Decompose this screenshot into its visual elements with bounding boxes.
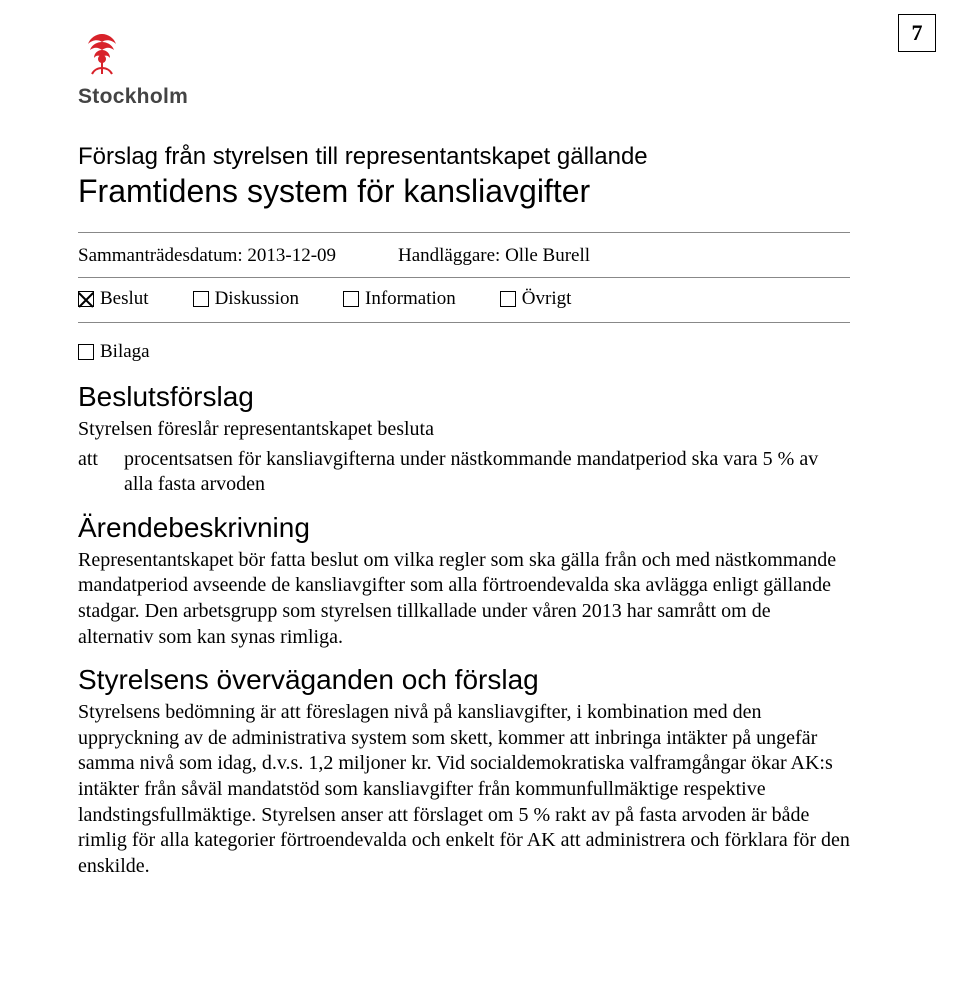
handler: Handläggare: Olle Burell (398, 245, 590, 267)
checkbox-ovrigt: Övrigt (500, 288, 572, 310)
section-heading-styrelsen: Styrelsens överväganden och förslag (78, 664, 850, 696)
att-label: att (78, 447, 98, 498)
meta-row-top: Sammanträdesdatum: 2013-12-09 Handläggar… (78, 241, 850, 271)
checkbox-label: Övrigt (522, 288, 572, 310)
section-heading-arendebeskrivning: Ärendebeskrivning (78, 512, 850, 544)
meta-row-checkboxes: Beslut Diskussion Information Övrigt (78, 277, 850, 314)
section-heading-beslutsforslag: Beslutsförslag (78, 381, 850, 413)
rose-icon (78, 28, 126, 81)
checkbox-diskussion: Diskussion (193, 288, 299, 310)
checkbox-group: Beslut Diskussion Information Övrigt (78, 288, 571, 310)
checkbox-icon (78, 291, 94, 307)
meta-table: Sammanträdesdatum: 2013-12-09 Handläggar… (78, 232, 850, 323)
page-number: 7 (898, 14, 936, 52)
styrelsen-text: Styrelsens bedömning är att föreslagen n… (78, 700, 850, 879)
checkbox-information: Information (343, 288, 456, 310)
logo-block: Stockholm (78, 28, 850, 109)
checkbox-label: Beslut (100, 288, 149, 310)
checkbox-beslut: Beslut (78, 288, 149, 310)
checkbox-label: Diskussion (215, 288, 299, 310)
bilaga-label: Bilaga (100, 341, 150, 363)
att-text: procentsatsen för kansliavgifterna under… (124, 447, 850, 498)
document-pretitle: Förslag från styrelsen till representant… (78, 143, 850, 171)
checkbox-label: Information (365, 288, 456, 310)
arende-text: Representantskapet bör fatta beslut om v… (78, 548, 850, 650)
meeting-date: Sammanträdesdatum: 2013-12-09 (78, 245, 398, 267)
checkbox-icon (193, 291, 209, 307)
checkbox-icon (343, 291, 359, 307)
checkbox-icon (78, 344, 94, 360)
att-row: att procentsatsen för kansliavgifterna u… (78, 447, 850, 498)
document-title: Framtidens system för kansliavgifter (78, 173, 850, 210)
bilaga-row: Bilaga (78, 341, 850, 363)
checkbox-icon (500, 291, 516, 307)
logo-text: Stockholm (78, 85, 188, 109)
beslut-intro: Styrelsen föreslår representantskapet be… (78, 417, 850, 443)
